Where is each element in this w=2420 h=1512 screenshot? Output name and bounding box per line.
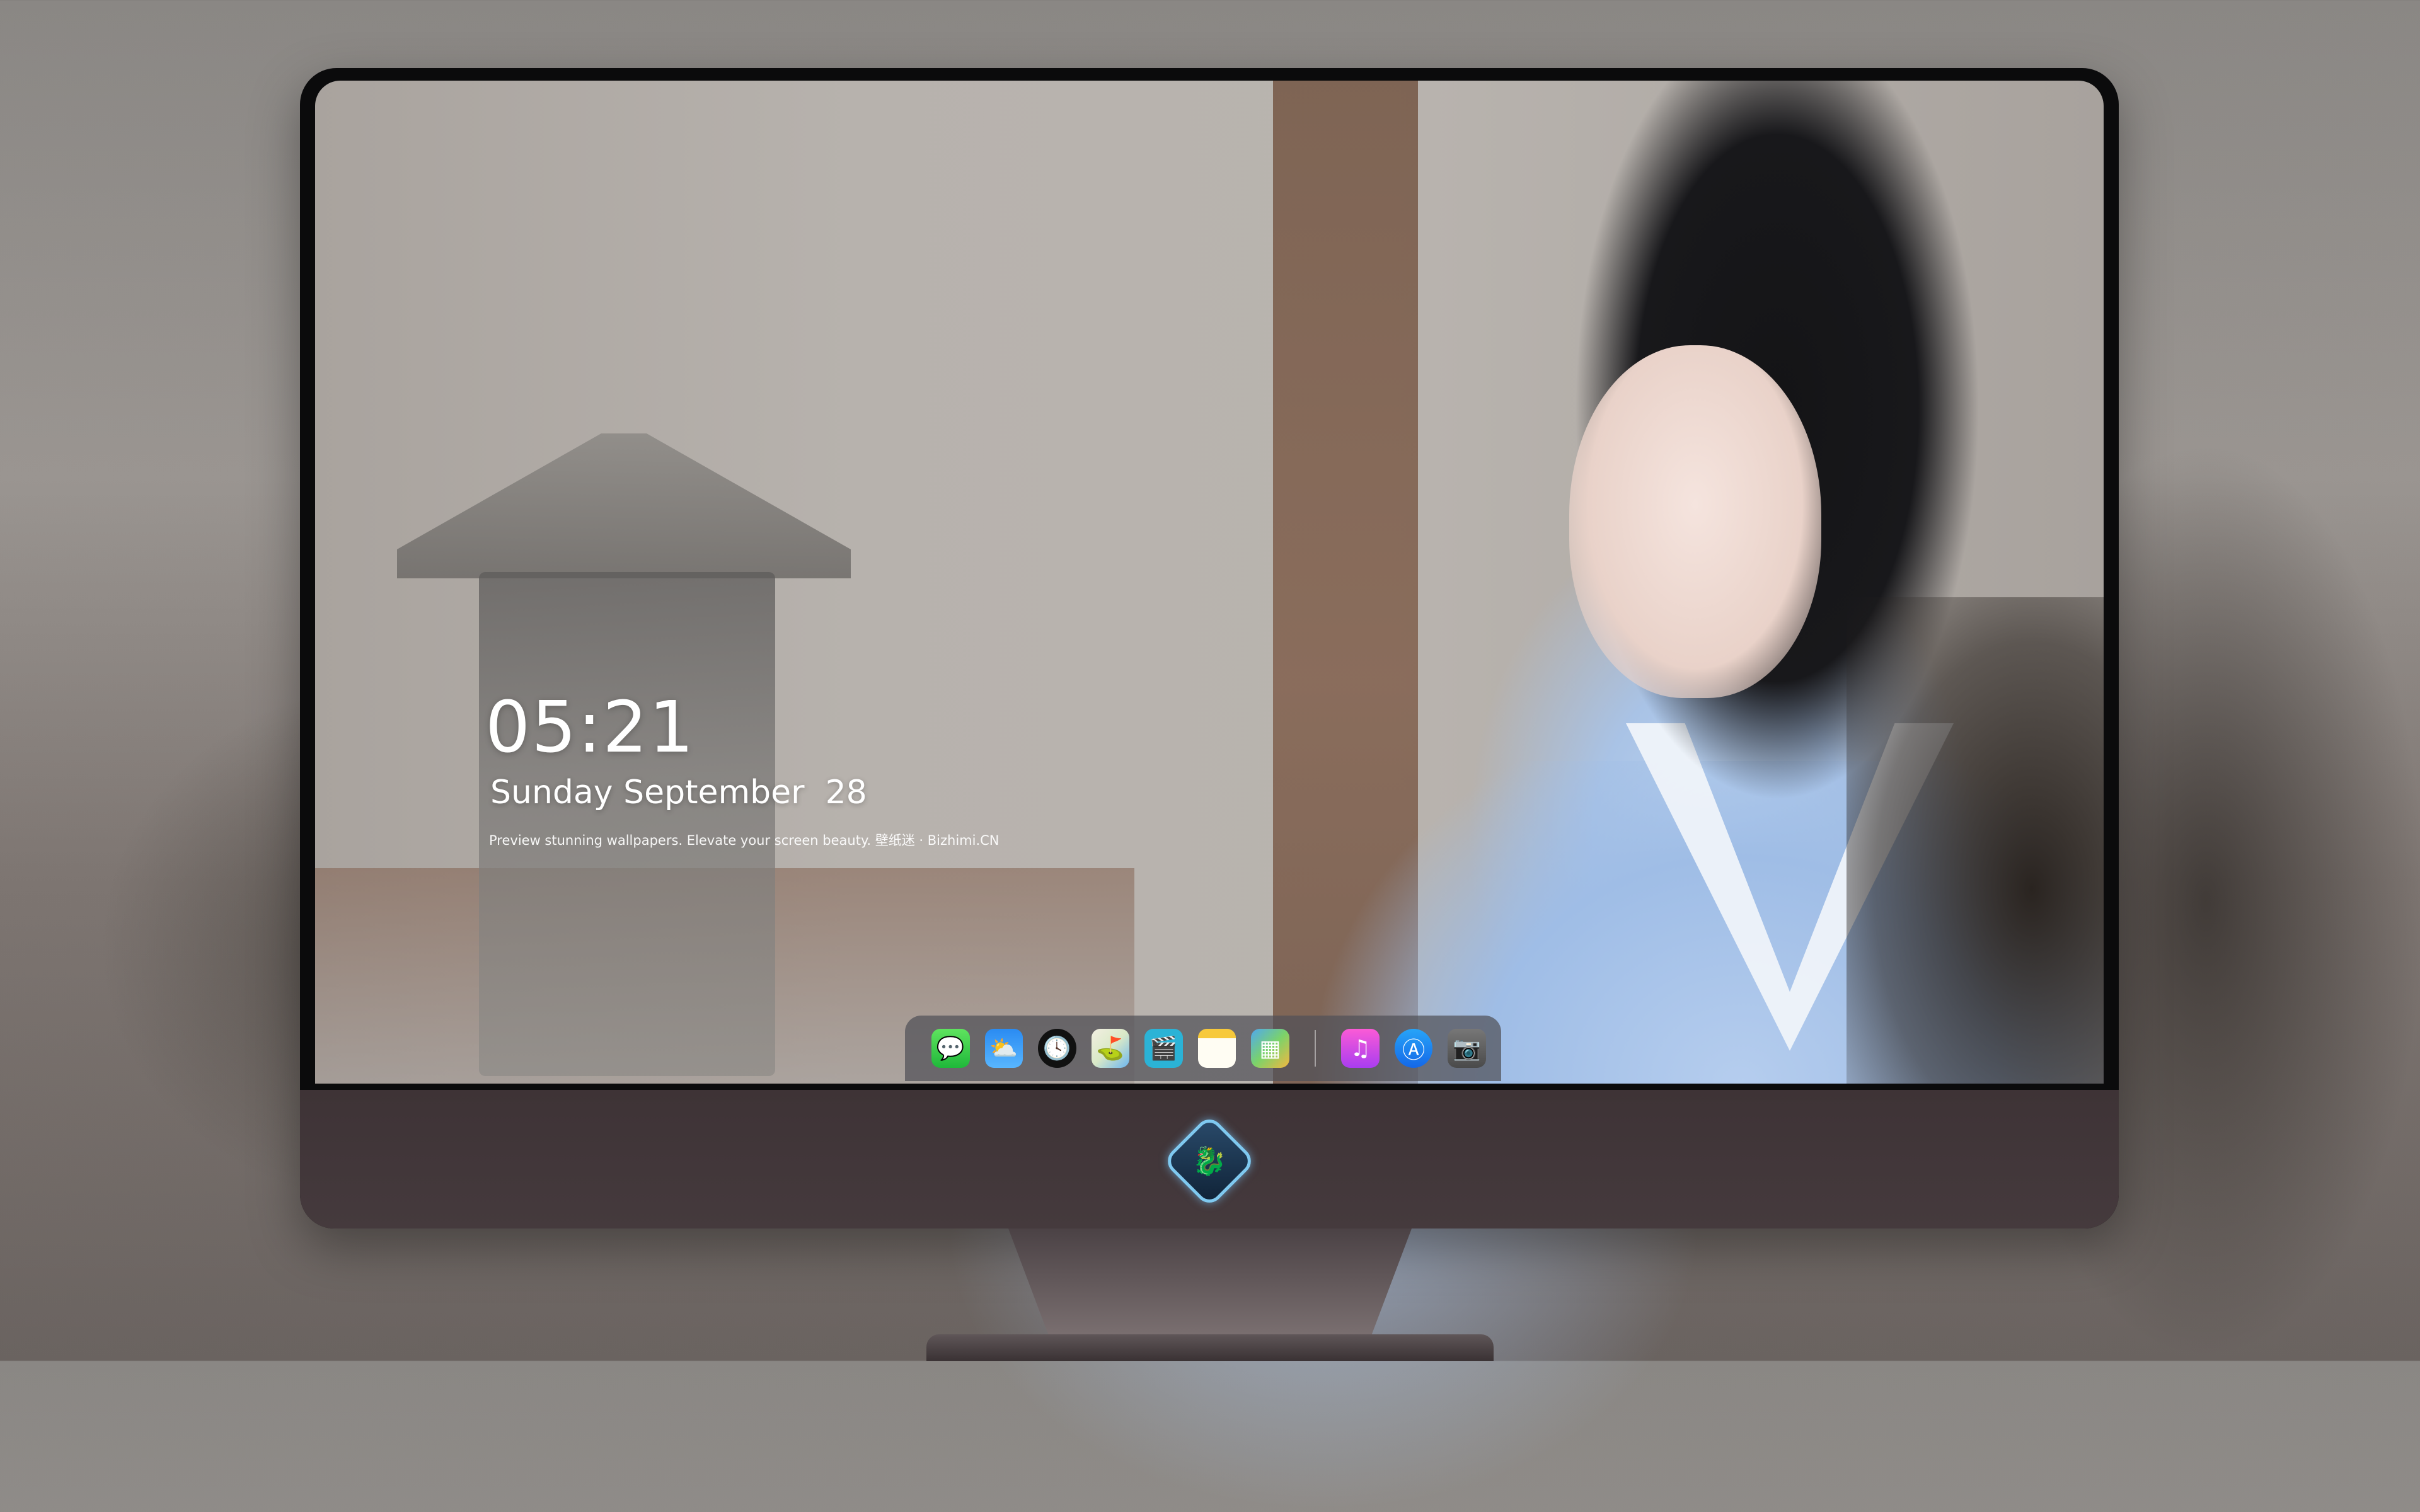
clapperboard-icon[interactable]: 🎬: [1144, 1029, 1183, 1068]
monitor-screen: [315, 81, 2104, 1084]
monitor-stand: [1008, 1228, 1412, 1336]
wallpaper-tagline: Preview stunning wallpapers. Elevate you…: [489, 833, 1000, 848]
lock-screen-date: Sunday September 28: [490, 774, 867, 811]
wallpaper-face: [1569, 345, 1821, 698]
lock-screen-time: 05:21: [485, 687, 695, 769]
wallpaper-stone-lantern-roof: [397, 433, 851, 578]
photo-gallery-icon[interactable]: ▦: [1251, 1029, 1289, 1068]
wallpaper-stone-lantern: [479, 572, 775, 1076]
message-bubble-icon[interactable]: 💬: [931, 1029, 970, 1068]
notepad-icon[interactable]: [1197, 1029, 1236, 1068]
camera-icon[interactable]: 📷: [1448, 1029, 1486, 1068]
dock-separator: [1314, 1030, 1317, 1067]
cloud-sun-icon[interactable]: ⛅: [984, 1029, 1023, 1068]
app-store-icon[interactable]: Ⓐ: [1394, 1029, 1433, 1068]
monitor-stand-base: [926, 1334, 1494, 1361]
music-note-icon[interactable]: ♫: [1341, 1029, 1380, 1068]
dock: 💬 ⛅ 🕓 ⛳ 🎬 ▦ ♫ Ⓐ 📷: [905, 1016, 1501, 1081]
clock-icon[interactable]: 🕓: [1038, 1029, 1076, 1068]
logo-glyph: 🐉: [1192, 1145, 1227, 1177]
map-icon[interactable]: ⛳: [1091, 1029, 1129, 1068]
wallpaper-foreground-shoulder: [1847, 597, 2104, 1084]
